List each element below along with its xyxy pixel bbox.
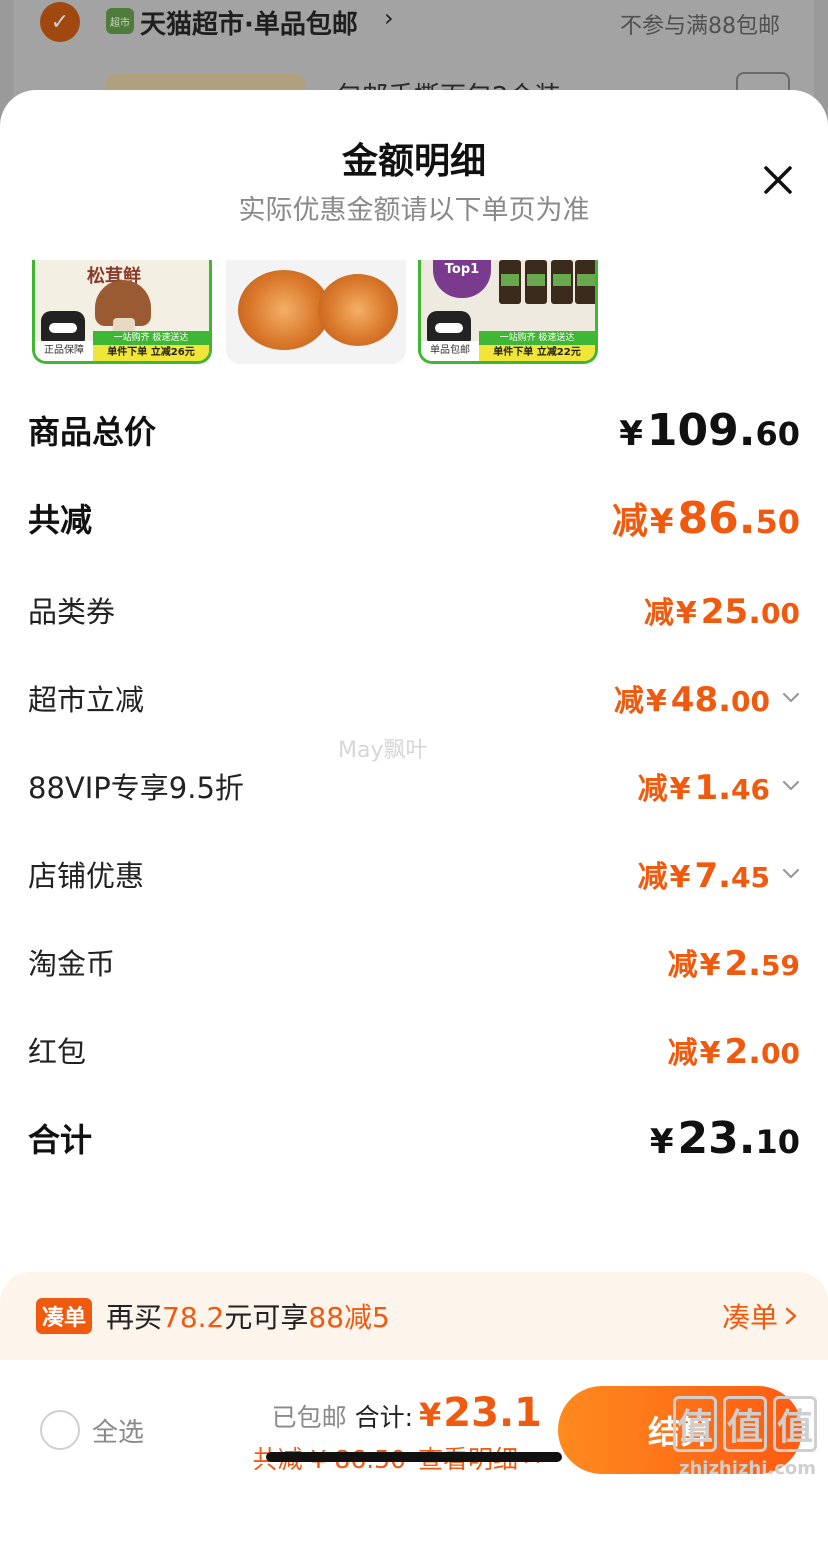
row-amount: 减 ¥48. 00	[613, 680, 770, 720]
amount-detail-sheet: 金额明细 实际优惠金额请以下单页为准 松茸鲜 正品保障 一站购齐 极速送达 单件…	[0, 90, 828, 1567]
total-value: 23.1	[443, 1390, 542, 1436]
store-logo-icon: 超市	[106, 8, 134, 34]
total-currency: ¥	[419, 1396, 442, 1434]
row-store-discount[interactable]: 店铺优惠 减 ¥7. 45	[28, 844, 800, 904]
row-grand-total: 合计 ¥23. 10	[28, 1108, 800, 1168]
tmall-cat-icon	[427, 311, 471, 343]
sheet-subtitle: 实际优惠金额请以下单页为准	[238, 195, 590, 226]
row-red-packet: 红包 减 ¥2. 00	[28, 1020, 800, 1080]
chevron-down-icon[interactable]	[780, 863, 802, 885]
free-shipping-label: 已包邮	[271, 1403, 347, 1432]
bundle-text: 再买78.2元可享88减5	[106, 1301, 390, 1334]
product-thumbnails: 松茸鲜 正品保障 一站购齐 极速送达 单件下单 立减26元 Top1 单品包邮 …	[32, 260, 632, 366]
bundle-tag: 凑单	[36, 1298, 93, 1334]
tmall-cat-icon	[41, 311, 85, 343]
row-label: 超市立减	[28, 683, 145, 717]
bundle-bar: 凑单 再买78.2元可享88减5 凑单	[0, 1272, 828, 1360]
row-category-coupon: 品类券 减 ¥25. 00	[28, 580, 800, 640]
bottle-image	[499, 260, 521, 304]
row-label: 红包	[28, 1035, 87, 1069]
select-all[interactable]: 全选	[40, 1410, 144, 1450]
product-thumbnail[interactable]	[226, 260, 406, 364]
thumbnail-tag: 单品包邮	[421, 341, 479, 361]
row-total-discount: 共减 减 ¥86. 50	[28, 488, 800, 548]
site-watermark-logo: 值 值 值	[670, 1392, 820, 1456]
row-amount: 减 ¥1. 46	[637, 768, 770, 808]
chevron-down-icon[interactable]	[780, 775, 802, 797]
store-check-icon: ✓	[40, 2, 80, 42]
row-amount: ¥23. 10	[649, 1112, 800, 1164]
row-item-total: 商品总价 ¥109. 60	[28, 400, 800, 460]
product-thumbnail[interactable]: Top1 单品包邮 一站购齐 极速送达 单件下单 立减22元	[418, 260, 598, 364]
row-amount: 减 ¥2. 59	[667, 944, 800, 984]
store-note: 不参与满88包邮	[620, 14, 780, 39]
checkout-summary: 已包邮 合计: ¥ 23.1 共减 ¥ 86.50 查看明细	[253, 1390, 542, 1476]
product-thumbnail[interactable]: 松茸鲜 正品保障 一站购齐 极速送达 单件下单 立减26元	[32, 260, 212, 364]
bundle-link[interactable]: 凑单	[722, 1296, 800, 1336]
select-all-label: 全选	[92, 1417, 145, 1448]
row-taojinbi: 淘金币 减 ¥2. 59	[28, 932, 800, 992]
row-amount: 减 ¥2. 00	[667, 1032, 800, 1072]
row-amount: 减 ¥25. 00	[643, 592, 800, 632]
row-label: 店铺优惠	[28, 859, 145, 893]
select-all-radio[interactable]	[40, 1410, 80, 1450]
store-name: 天猫超市·单品包邮	[140, 10, 358, 40]
sheet-title: 金额明细	[341, 141, 486, 182]
home-indicator[interactable]	[266, 1452, 562, 1462]
bottle-image	[525, 260, 547, 304]
site-watermark-url: zhizhizhi.com	[678, 1458, 816, 1479]
thumbnail-tag: 正品保障	[35, 341, 93, 361]
bottle-image	[575, 260, 595, 304]
row-amount: ¥109. 60	[619, 404, 800, 456]
thumbnail-banner: 一站购齐 极速送达 单件下单 立减22元	[479, 331, 595, 361]
row-label: 淘金币	[28, 947, 116, 981]
row-label: 商品总价	[28, 413, 157, 451]
bread-image	[318, 274, 398, 346]
chevron-right-icon	[785, 1307, 797, 1325]
row-label: 88VIP专享9.5折	[28, 771, 244, 805]
chevron-down-icon[interactable]	[780, 687, 802, 709]
bread-image	[238, 270, 330, 350]
watermark: May飘叶	[338, 738, 428, 763]
chevron-right-icon: ›	[384, 4, 394, 32]
row-label: 合计	[28, 1121, 93, 1159]
row-amount: 减 ¥7. 45	[637, 856, 770, 896]
row-supermarket-discount[interactable]: 超市立减 减 ¥48. 00	[28, 668, 800, 728]
row-label: 共减	[28, 501, 93, 539]
total-label: 合计:	[354, 1403, 414, 1432]
row-88vip-discount[interactable]: 88VIP专享9.5折 减 ¥1. 46	[28, 756, 800, 816]
top1-badge: Top1	[433, 260, 491, 298]
thumbnail-banner: 一站购齐 极速送达 单件下单 立减26元	[93, 331, 209, 361]
bottle-image	[551, 260, 573, 304]
close-icon[interactable]	[758, 160, 798, 200]
row-label: 品类券	[28, 595, 116, 629]
row-amount: 减 ¥86. 50	[611, 493, 800, 544]
